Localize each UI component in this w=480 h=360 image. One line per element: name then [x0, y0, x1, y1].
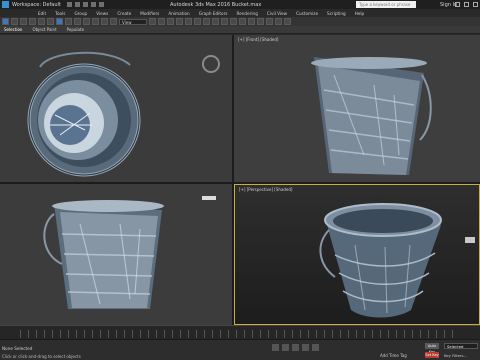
menu-item-edit[interactable]: Edit — [38, 11, 46, 16]
pivot-icon[interactable] — [149, 18, 156, 25]
reference-coordinate-select[interactable]: View — [119, 18, 147, 25]
bucket-top-view — [27, 51, 141, 177]
redo-icon[interactable] — [98, 2, 104, 7]
auto-key-button[interactable]: Auto Key — [425, 343, 439, 354]
menu-item-rendering[interactable]: Rendering — [236, 11, 257, 16]
tab-populate[interactable]: Populate — [67, 27, 84, 32]
open-file-icon[interactable] — [74, 2, 80, 7]
menu-item-civil-view[interactable]: Civil View — [267, 11, 287, 16]
select-by-name-icon[interactable] — [65, 18, 72, 25]
search-input[interactable]: Type a keyword or phrase — [356, 1, 416, 8]
go-to-end-icon[interactable] — [312, 344, 319, 351]
previous-frame-icon[interactable] — [282, 344, 289, 351]
bucket-side-view — [43, 200, 164, 309]
angle-snap-icon[interactable] — [167, 18, 174, 25]
viewcube-icon[interactable] — [465, 237, 475, 243]
menu-item-animation[interactable]: Animation — [168, 11, 189, 16]
rectangle-selection-icon[interactable] — [74, 18, 81, 25]
rendered-frame-icon[interactable] — [275, 18, 282, 25]
close-icon[interactable] — [473, 2, 478, 7]
playback-controls — [272, 344, 319, 351]
title-bar: Workspace: Default Autodesk 3ds Max 2016… — [0, 0, 480, 9]
status-bar: None Selected Click or click-and-drag to… — [0, 339, 480, 360]
add-time-tag[interactable]: Add Time Tag — [380, 353, 407, 358]
maximize-icon[interactable] — [464, 2, 469, 7]
viewport-front[interactable]: [+] [Front] [Shaded] — [234, 35, 480, 182]
undo-icon[interactable] — [90, 2, 96, 7]
minimize-icon[interactable] — [455, 2, 460, 7]
curve-editor-icon[interactable] — [239, 18, 246, 25]
render-icon[interactable] — [284, 18, 291, 25]
selection-filter-icon[interactable] — [47, 18, 54, 25]
menu-item-customize[interactable]: Customize — [296, 11, 318, 16]
rotate-icon[interactable] — [101, 18, 108, 25]
mirror-icon[interactable] — [203, 18, 210, 25]
move-icon[interactable] — [92, 18, 99, 25]
menu-item-graph-editors[interactable]: Graph Editors — [199, 11, 228, 16]
selection-status: None Selected — [2, 346, 33, 351]
play-icon[interactable] — [292, 344, 299, 351]
menu-item-create[interactable]: Create — [117, 11, 131, 16]
workspace-selector[interactable]: Workspace: Default — [12, 2, 61, 8]
key-filters-button[interactable]: Key Filters... — [444, 353, 467, 358]
app-logo-icon[interactable] — [2, 1, 9, 8]
next-frame-icon[interactable] — [302, 344, 309, 351]
viewport-hat-icon[interactable] — [202, 196, 216, 200]
main-toolbar: View — [0, 17, 480, 26]
prompt-hint: Click or click-and-drag to select object… — [2, 354, 81, 359]
viewport-perspective[interactable]: [+] [Perspective] [Shaded] — [234, 184, 480, 325]
save-file-icon[interactable] — [82, 2, 88, 7]
graphite-toggle-icon[interactable] — [230, 18, 237, 25]
bucket-perspective-view — [319, 203, 442, 318]
bind-space-warp-icon[interactable] — [38, 18, 45, 25]
bucket-front-view — [311, 57, 432, 175]
layer-manager-icon[interactable] — [221, 18, 228, 25]
window-title: Autodesk 3ds Max 2016 Bucket.max — [170, 1, 262, 8]
window-crossing-icon[interactable] — [83, 18, 90, 25]
quick-access-toolbar — [66, 2, 104, 7]
render-setup-icon[interactable] — [266, 18, 273, 25]
menu-item-help[interactable]: Help — [355, 11, 365, 16]
ribbon-tabs: Selection Object Paint Populate — [0, 26, 480, 34]
redo-button[interactable] — [11, 18, 18, 25]
align-icon[interactable] — [212, 18, 219, 25]
viewcube-icon[interactable] — [202, 55, 220, 73]
select-object-icon[interactable] — [56, 18, 63, 25]
new-file-icon[interactable] — [66, 2, 72, 7]
selected-field[interactable]: Selected — [444, 343, 478, 349]
viewport-left[interactable] — [0, 184, 232, 325]
go-to-start-icon[interactable] — [272, 344, 279, 351]
undo-button[interactable] — [2, 18, 9, 25]
menu-item-tools[interactable]: Tools — [55, 11, 65, 16]
window-controls — [455, 2, 478, 7]
link-icon[interactable] — [20, 18, 27, 25]
viewport-top[interactable] — [0, 35, 232, 182]
schematic-view-icon[interactable] — [248, 18, 255, 25]
spinner-snap-icon[interactable] — [185, 18, 192, 25]
menu-bar: Edit Tools Group Views Create Modifiers … — [0, 9, 480, 17]
snap-icon[interactable] — [158, 18, 165, 25]
menu-item-scripting[interactable]: Scripting — [327, 11, 346, 16]
named-selection-icon[interactable] — [194, 18, 201, 25]
viewport-area: [+] [Front] [Shaded] [+] [Perspective] [… — [0, 35, 480, 325]
timeline-ticks — [20, 330, 460, 338]
menu-item-modifiers[interactable]: Modifiers — [140, 11, 159, 16]
scale-icon[interactable] — [110, 18, 117, 25]
menu-item-group[interactable]: Group — [74, 11, 87, 16]
set-key-button[interactable]: Set Key — [425, 352, 439, 358]
tab-selection[interactable]: Selection — [4, 27, 22, 32]
unlink-icon[interactable] — [29, 18, 36, 25]
percent-snap-icon[interactable] — [176, 18, 183, 25]
timeline-trackbar[interactable] — [0, 325, 480, 339]
tab-object-paint[interactable]: Object Paint — [32, 27, 56, 32]
material-editor-icon[interactable] — [257, 18, 264, 25]
menu-item-views[interactable]: Views — [96, 11, 108, 16]
